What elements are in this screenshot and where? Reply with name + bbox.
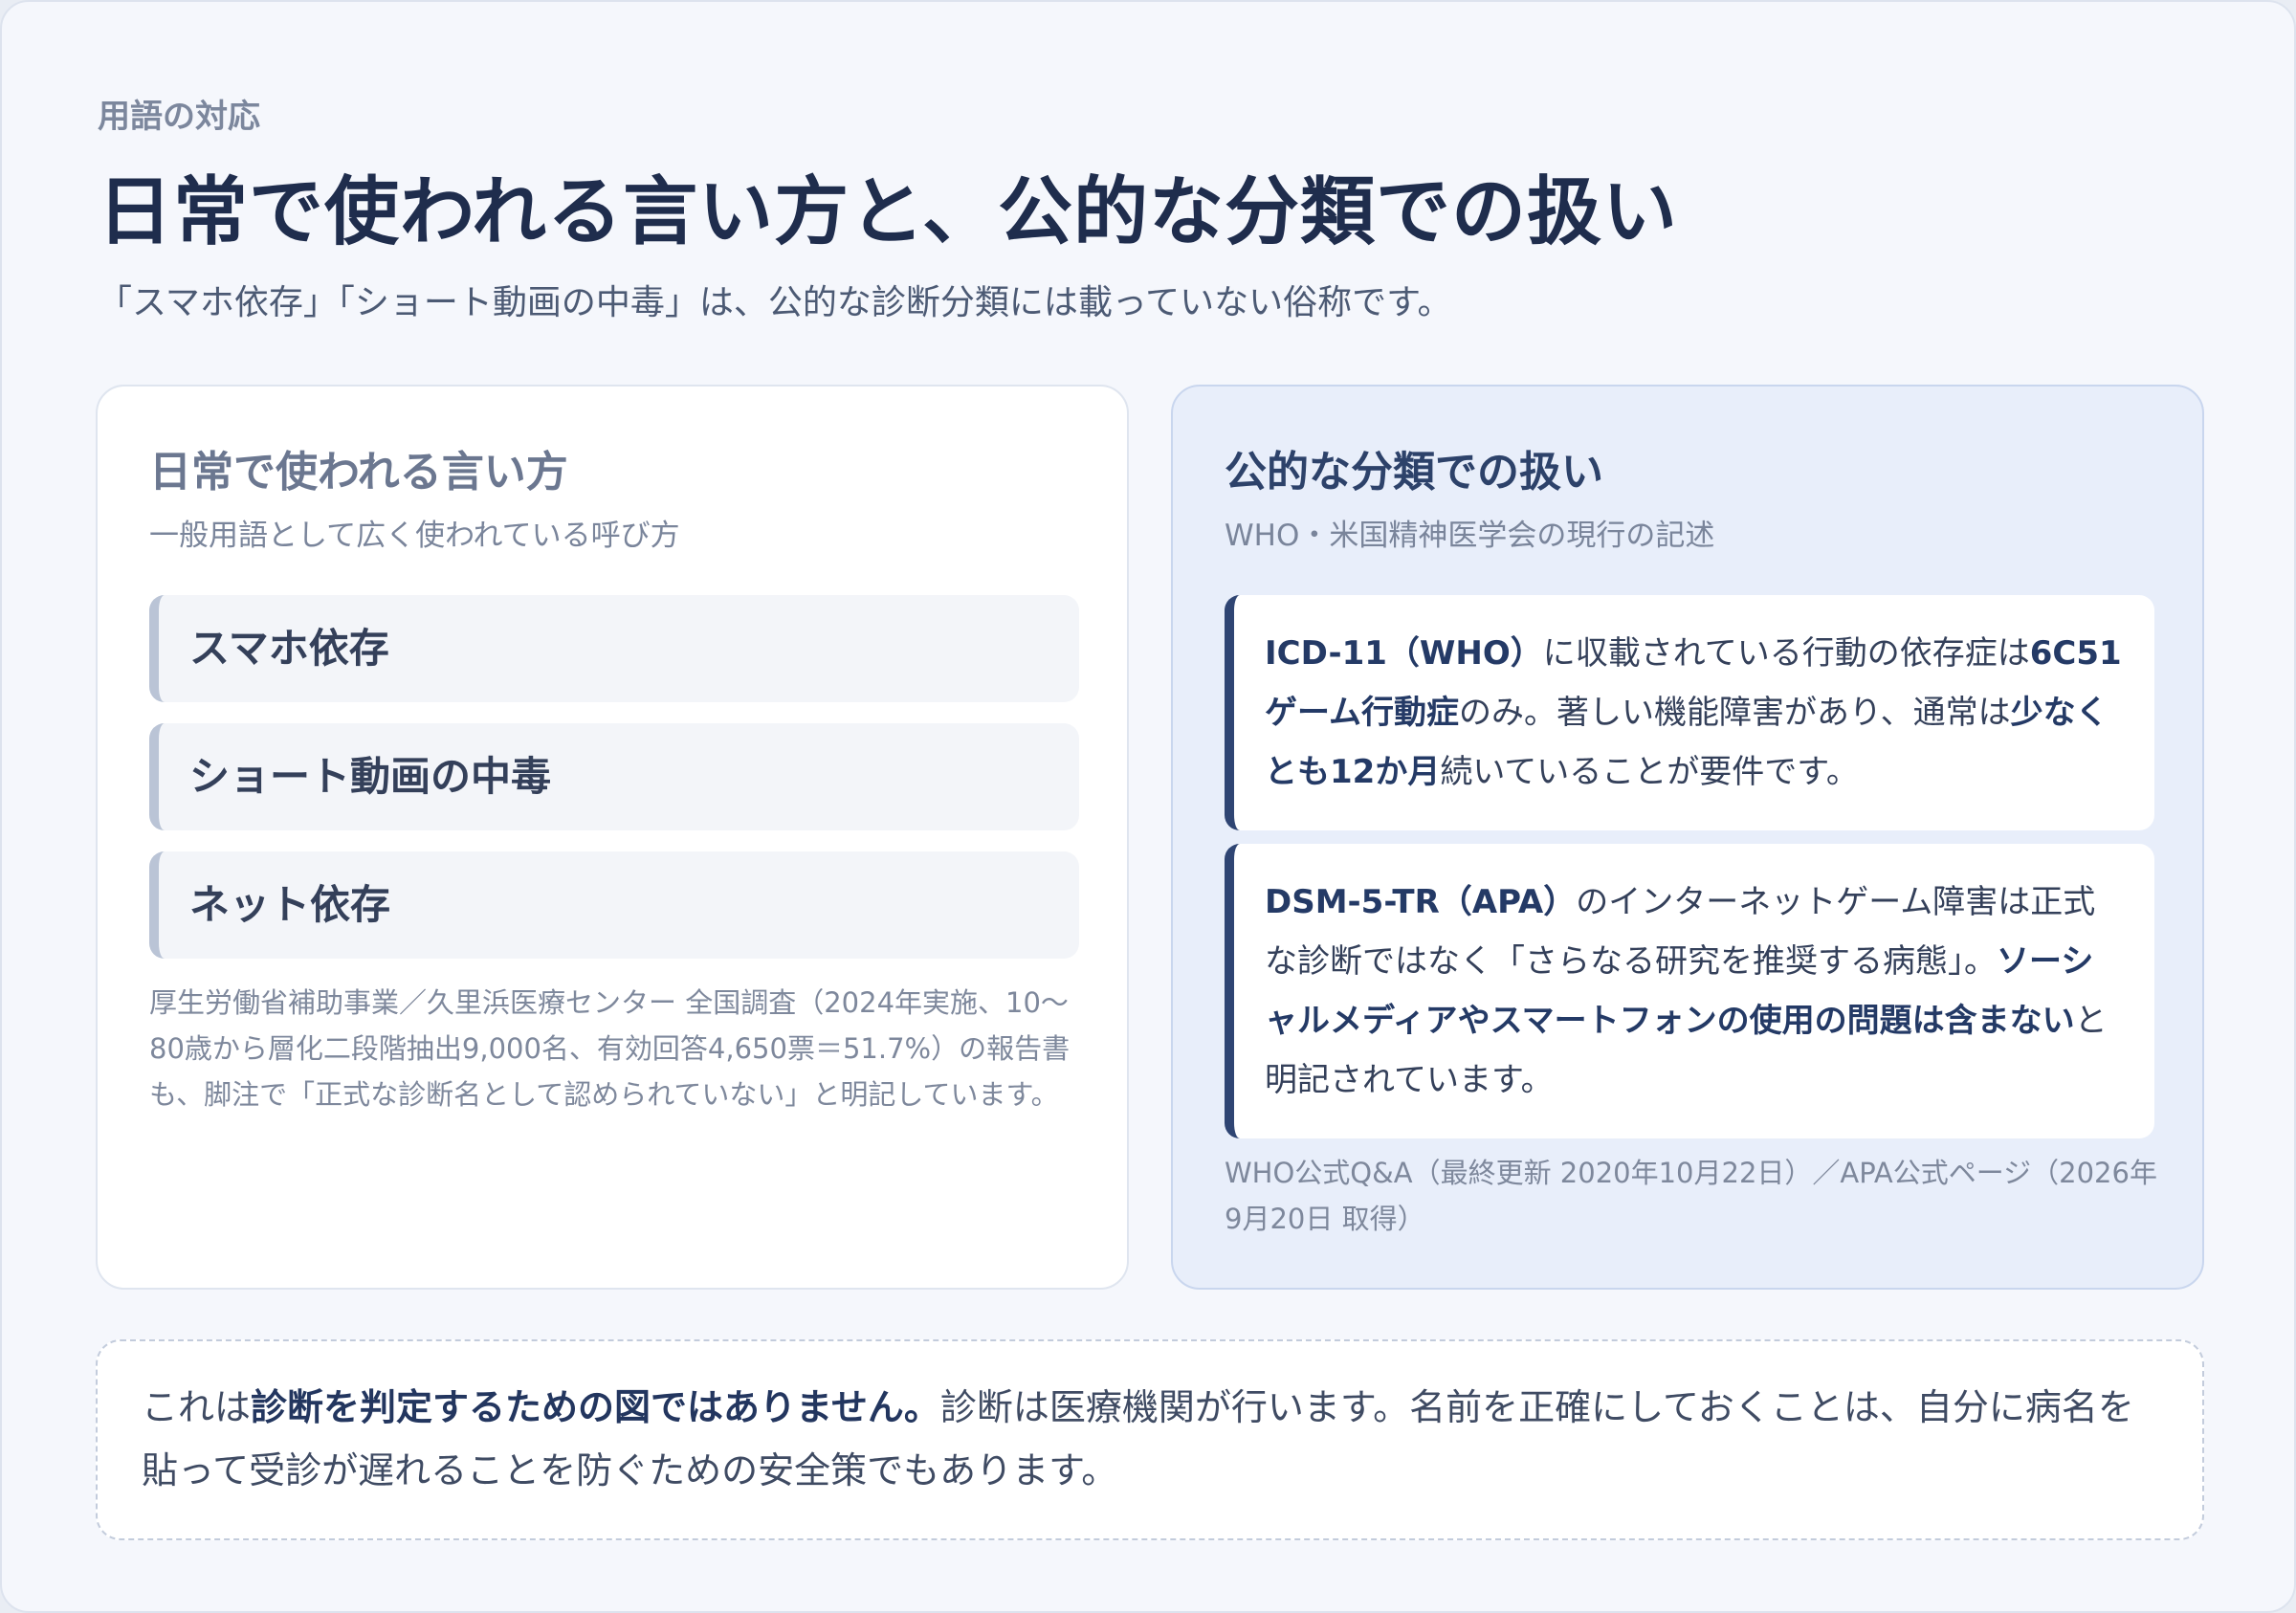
term-label: ネット依存 [189, 881, 391, 928]
page-title: 日常で使われる言い方と、公的な分類での扱い [98, 169, 1678, 255]
everyday-terms-title: 日常で使われる言い方 [149, 448, 568, 497]
term-item: スマホ依存 [149, 595, 1079, 702]
survey-source-note: 厚生労働省補助事業／久里浜医療センター 全国調査（2024年実施、10〜80歳か… [149, 986, 1071, 1111]
term-label: スマホ依存 [189, 625, 389, 672]
official-classification-title: 公的な分類での扱い [1225, 448, 1603, 497]
icd11-description: ICD-11（WHO）に収載されている行動の依存症は6C51 ゲーム行動症のみ。… [1225, 595, 2154, 830]
disclaimer-box: これは診断を判定するための図ではありません。診断は医療機関が行います。名前を正確… [96, 1339, 2204, 1540]
official-classification-card: 公的な分類での扱い WHO・米国精神医学会の現行の記述 ICD-11（WHO）に… [1171, 385, 2204, 1290]
everyday-terms-card: 日常で使われる言い方 一般用語として広く使われている呼び方 スマホ依存 ショート… [96, 385, 1129, 1290]
icd11-text: 続いていることが要件です。 [1440, 753, 1859, 791]
official-classification-subtitle: WHO・米国精神医学会の現行の記述 [1225, 519, 1715, 553]
eyebrow-label: 用語の対応 [98, 98, 260, 136]
page-subtitle: 「スマホ依存」「ショート動画の中毒」は、公的な診断分類には載っていない俗称です。 [98, 283, 1452, 322]
term-label: ショート動画の中毒 [189, 753, 552, 800]
term-item: ネット依存 [149, 851, 1079, 959]
term-item: ショート動画の中毒 [149, 723, 1079, 830]
dsm5tr-label: DSM-5-TR（APA） [1265, 883, 1577, 921]
icd11-text: のみ。著しい機能障害があり、通常は [1458, 694, 2011, 732]
icd11-label: ICD-11（WHO） [1265, 634, 1543, 673]
page-frame: 用語の対応 日常で使われる言い方と、公的な分類での扱い 「スマホ依存」「ショート… [0, 0, 2296, 1613]
disclaimer-emphasis: 診断を判定するための図ではありません。 [251, 1386, 940, 1428]
dsm5tr-description: DSM-5-TR（APA）のインターネットゲーム障害は正式な診断ではなく「さらな… [1225, 844, 2154, 1138]
everyday-terms-subtitle: 一般用語として広く使われている呼び方 [149, 519, 680, 553]
official-source-note: WHO公式Q&A（最終更新 2020年10月22日）／APA公式ページ（2026… [1225, 1157, 2157, 1235]
disclaimer-text: これは [142, 1386, 252, 1428]
icd11-text: に収載されている行動の依存症は [1542, 634, 2030, 673]
